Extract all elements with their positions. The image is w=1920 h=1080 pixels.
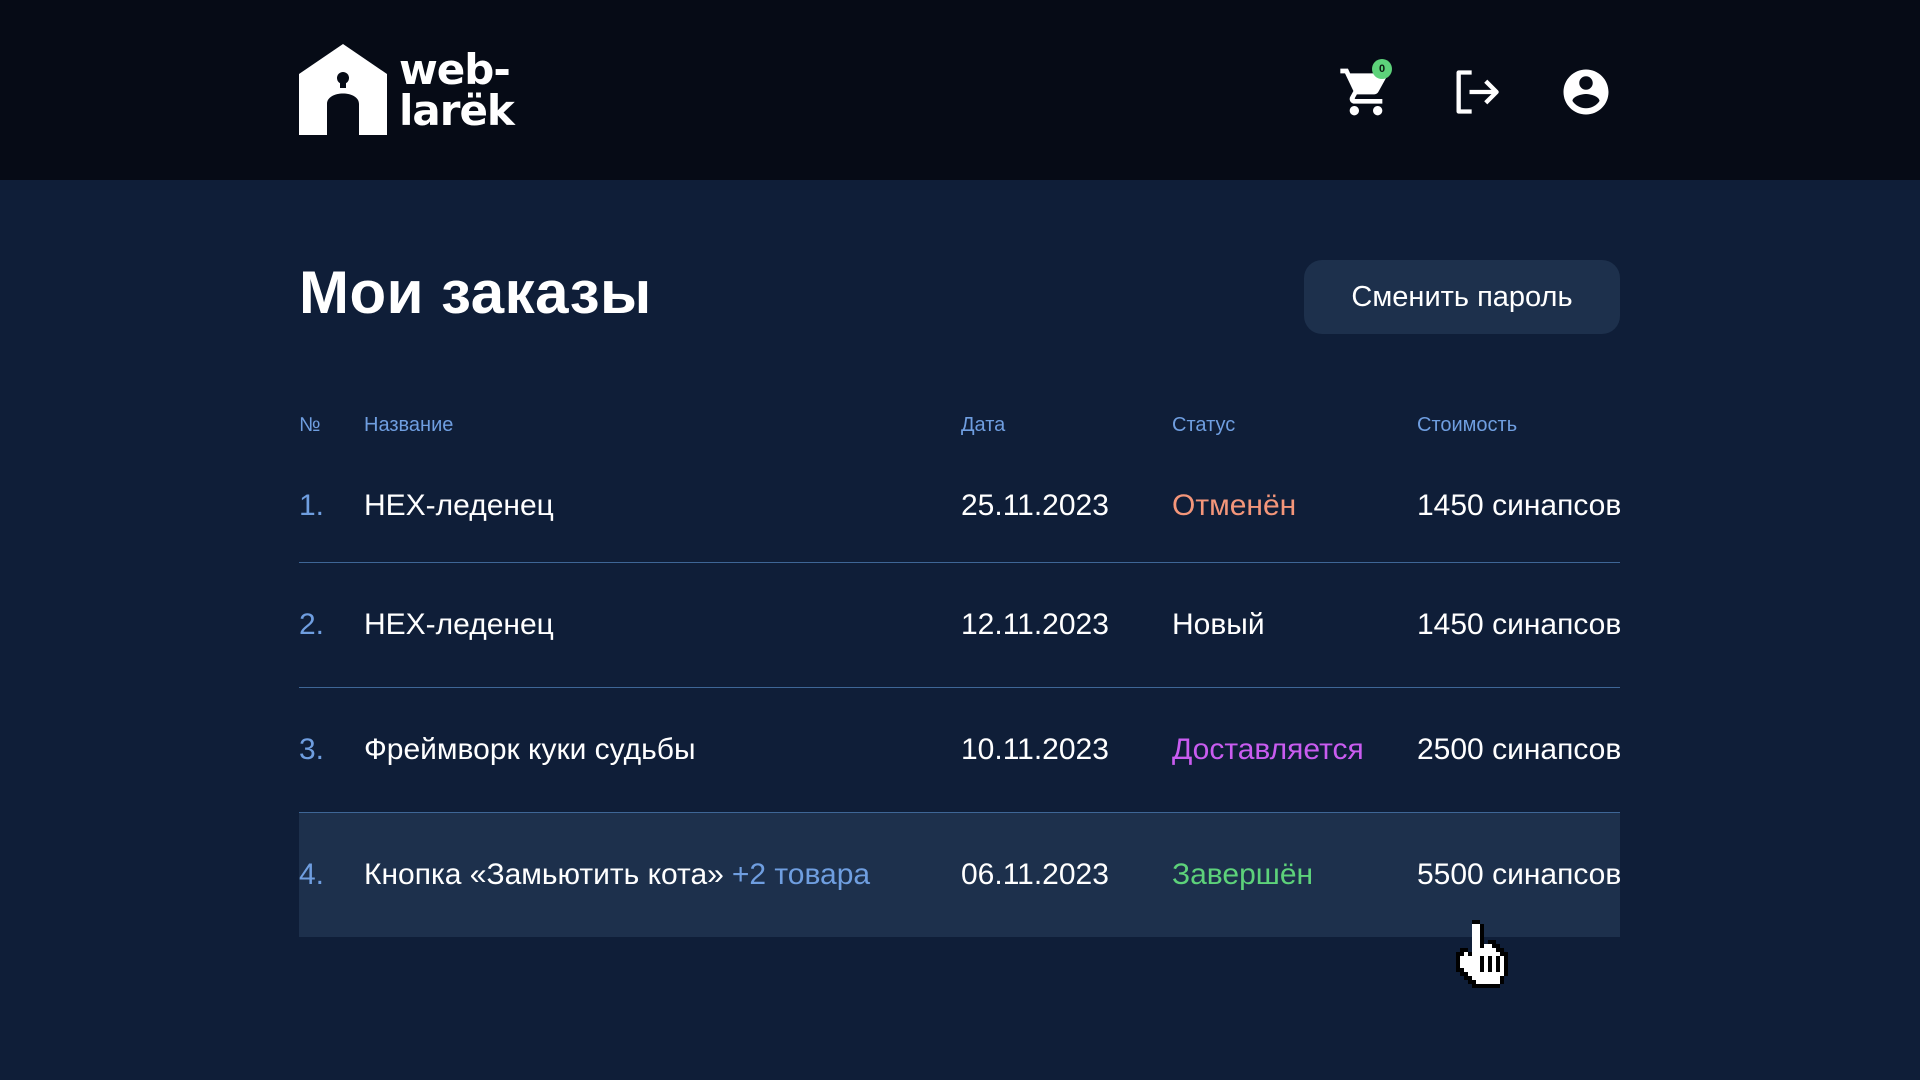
order-price: 2500 синапсов bbox=[1417, 733, 1622, 766]
change-password-button[interactable]: Сменить пароль bbox=[1304, 260, 1620, 334]
order-number: 1. bbox=[299, 489, 325, 522]
table-row[interactable]: 1. HEX-леденец 25.11.2023 Отменён 1450 с… bbox=[299, 450, 1622, 563]
table-header: № Название Дата Статус Стоимость bbox=[299, 400, 1620, 450]
header-actions: 0 bbox=[1338, 59, 1614, 120]
order-date: 10.11.2023 bbox=[961, 733, 1109, 766]
order-name: Фреймворк куки судьбы bbox=[364, 733, 696, 766]
order-date: 25.11.2023 bbox=[961, 489, 1109, 522]
order-price: 5500 синапсов bbox=[1417, 858, 1622, 891]
column-header-name: Название bbox=[364, 414, 454, 436]
order-price: 1450 синапсов bbox=[1417, 489, 1622, 522]
order-name-cell: Кнопка «Замьютить кота» +2 товара bbox=[364, 813, 870, 937]
column-header-number: № bbox=[299, 414, 321, 436]
account-icon bbox=[1563, 69, 1609, 115]
house-logo-icon bbox=[299, 44, 387, 135]
table-row-selected[interactable]: 4. Кнопка «Замьютить кота» +2 товара 06.… bbox=[299, 813, 1622, 937]
order-number: 3. bbox=[299, 733, 325, 766]
logo-text: web- larëk bbox=[399, 44, 515, 135]
logout-button[interactable] bbox=[1448, 64, 1504, 120]
logo[interactable]: web- larëk bbox=[299, 44, 515, 135]
logo-line-1: web- bbox=[399, 44, 511, 94]
order-name: Кнопка «Замьютить кота» bbox=[364, 858, 724, 891]
cart-count-badge: 0 bbox=[1372, 59, 1392, 79]
order-status: Отменён bbox=[1172, 489, 1297, 522]
order-date: 12.11.2023 bbox=[961, 608, 1109, 641]
hand-pointer-cursor-icon bbox=[1456, 920, 1508, 988]
order-name: HEX-леденец bbox=[364, 489, 554, 522]
logout-icon bbox=[1456, 70, 1499, 114]
table-row[interactable]: 3. Фреймворк куки судьбы 10.11.2023 Дост… bbox=[299, 688, 1622, 813]
order-name: HEX-леденец bbox=[364, 608, 554, 641]
order-status: Новый bbox=[1172, 608, 1265, 641]
order-extra-items[interactable]: +2 товара bbox=[732, 858, 870, 892]
order-date: 06.11.2023 bbox=[961, 858, 1109, 891]
top-bar: web- larëk 0 bbox=[0, 0, 1920, 180]
order-number: 4. bbox=[299, 858, 325, 891]
order-number: 2. bbox=[299, 608, 325, 641]
account-button[interactable] bbox=[1558, 64, 1614, 120]
orders-table: № Название Дата Статус Стоимость 1. HEX-… bbox=[299, 400, 1622, 937]
page-title: Мои заказы bbox=[299, 259, 652, 326]
order-price: 1450 синапсов bbox=[1417, 608, 1622, 641]
order-status: Завершён bbox=[1172, 858, 1314, 891]
order-status: Доставляется bbox=[1172, 733, 1364, 766]
table-row[interactable]: 2. HEX-леденец 12.11.2023 Новый 1450 син… bbox=[299, 563, 1622, 688]
cart-button[interactable]: 0 bbox=[1338, 59, 1394, 120]
logo-line-2: larëk bbox=[399, 85, 515, 135]
column-header-status: Статус bbox=[1172, 414, 1236, 436]
column-header-price: Стоимость bbox=[1417, 414, 1518, 436]
column-header-date: Дата bbox=[961, 414, 1006, 436]
